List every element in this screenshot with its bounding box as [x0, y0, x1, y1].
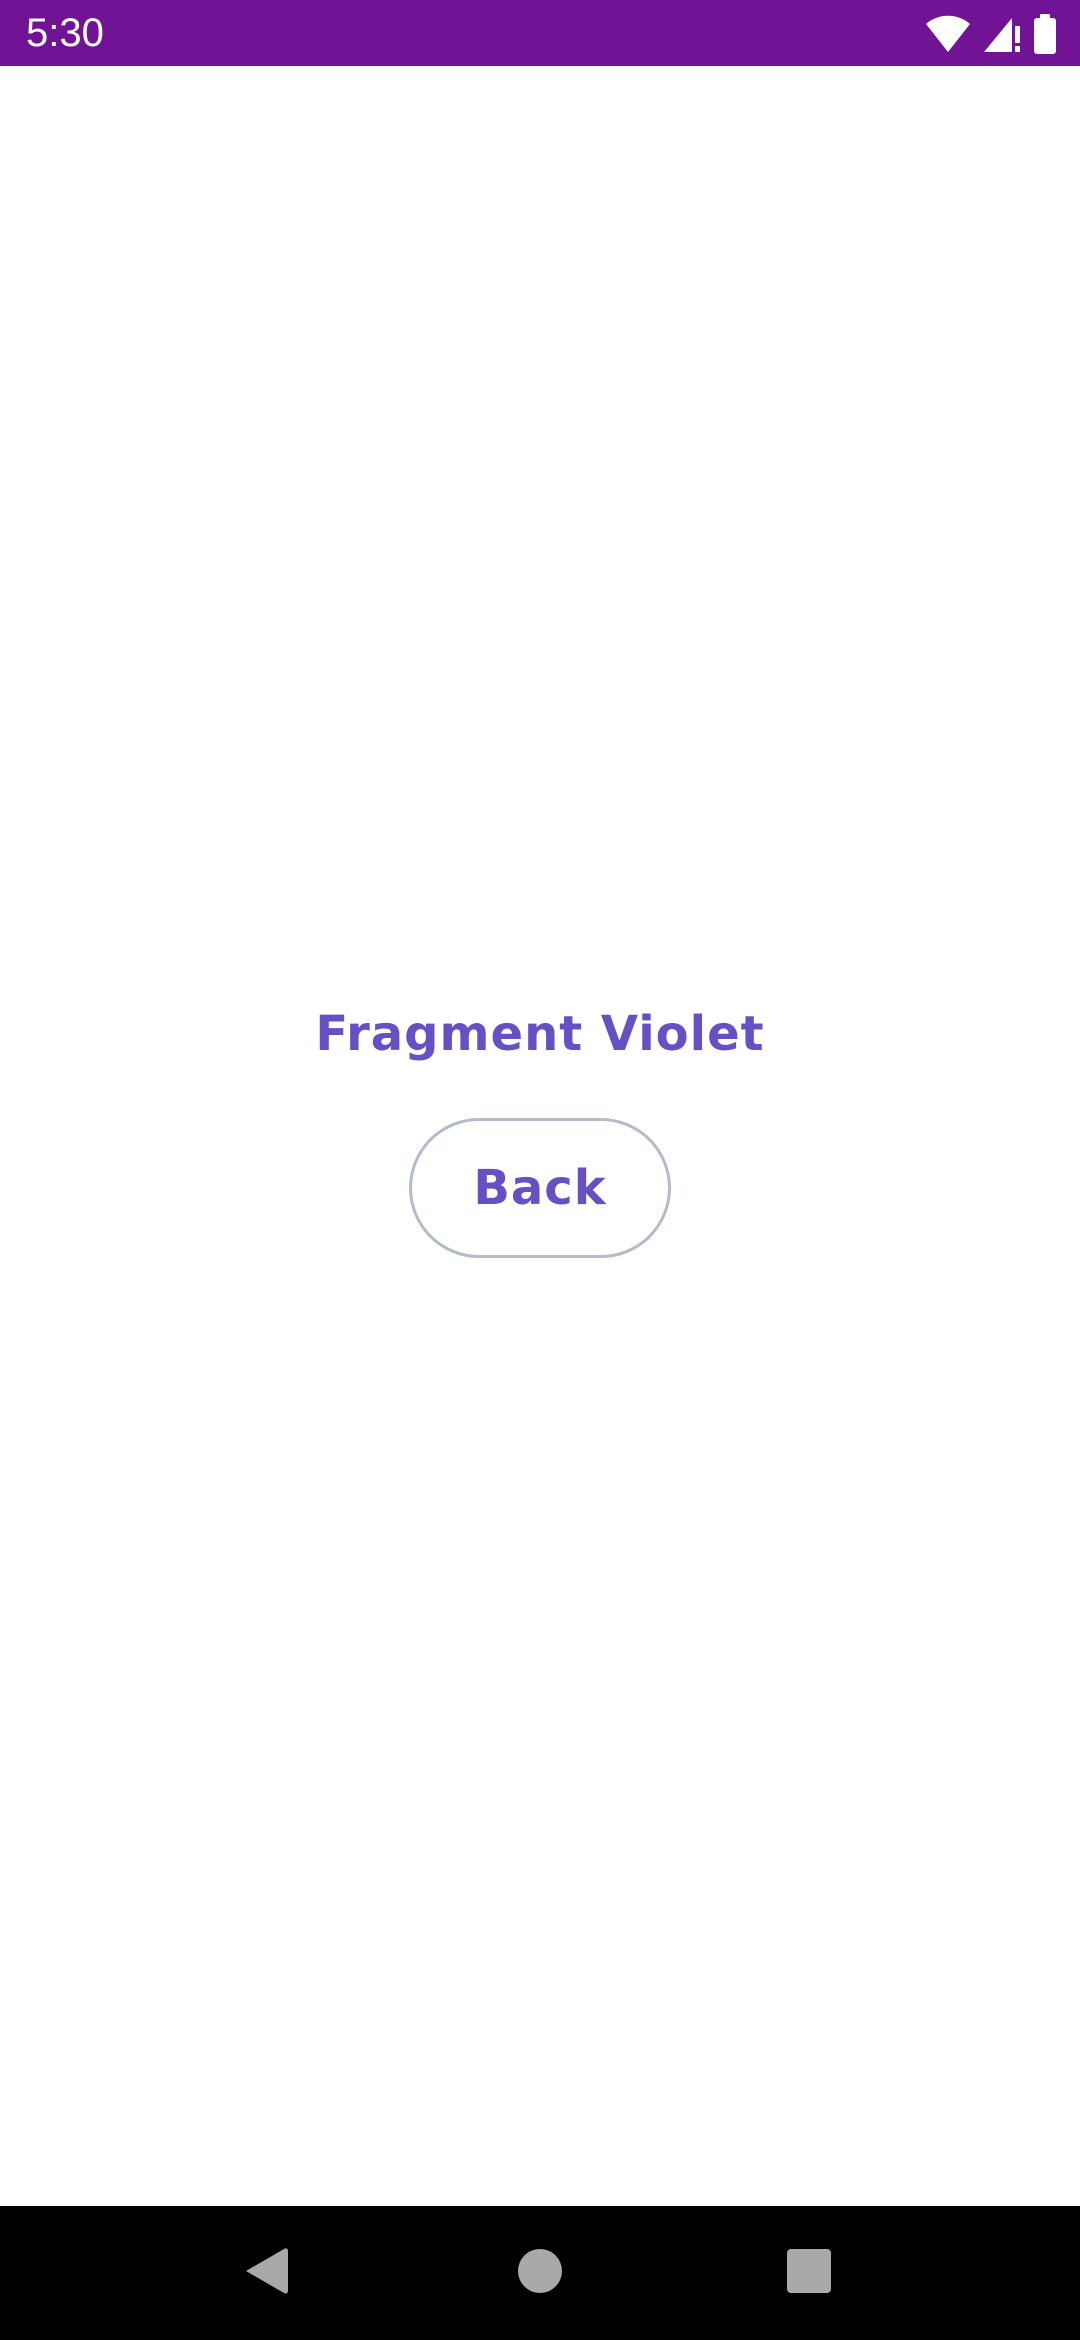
nav-home-icon	[517, 2248, 563, 2299]
status-icons	[924, 14, 1058, 54]
cell-signal-icon	[982, 14, 1022, 54]
wifi-icon	[924, 14, 972, 54]
back-button[interactable]: Back	[409, 1118, 671, 1258]
nav-recents-button[interactable]	[729, 2206, 889, 2340]
nav-recents-icon	[786, 2248, 832, 2299]
battery-icon	[1032, 14, 1058, 54]
navigation-bar	[0, 2206, 1080, 2340]
app-screen: 5:30 Fragment Violet Back	[0, 0, 1080, 2340]
nav-back-button[interactable]	[186, 2206, 346, 2340]
nav-back-icon	[242, 2246, 290, 2301]
status-time: 5:30	[26, 11, 104, 55]
status-bar: 5:30	[0, 0, 1080, 66]
nav-home-button[interactable]	[460, 2206, 620, 2340]
back-button-label: Back	[473, 1160, 607, 1216]
fragment-title: Fragment Violet	[315, 1006, 765, 1062]
fragment-container: Fragment Violet Back	[0, 66, 1080, 2206]
